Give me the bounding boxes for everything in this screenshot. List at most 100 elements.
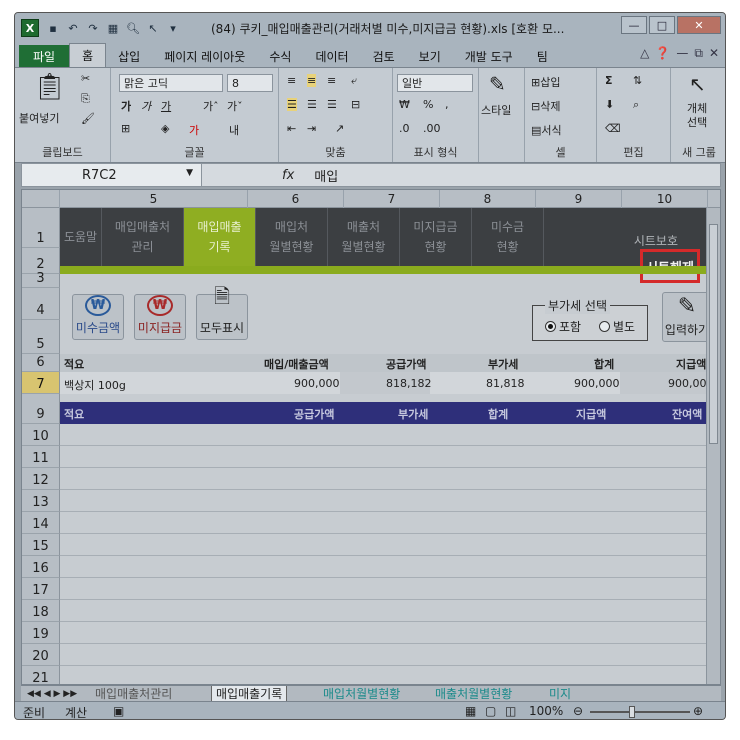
row-header[interactable]: 11 xyxy=(22,446,60,468)
number-format-select[interactable]: 일반 xyxy=(397,74,473,92)
nav-help[interactable]: 도움말 xyxy=(60,208,102,266)
align-right-icon[interactable]: ☰ xyxy=(327,98,337,111)
select-all-corner[interactable] xyxy=(22,190,60,208)
sort-filter-icon[interactable]: ⇅ xyxy=(633,74,642,87)
align-left-icon[interactable]: ☰ xyxy=(287,98,297,111)
phonetic-icon[interactable]: 내 xyxy=(229,122,239,138)
nav-payable-status[interactable]: 미지급금 현황 xyxy=(400,208,472,266)
normal-view-icon[interactable]: ▦ xyxy=(465,704,476,718)
table-row[interactable] xyxy=(60,578,708,600)
fx-icon[interactable]: fx xyxy=(282,168,294,183)
zoom-out-icon[interactable]: ⊖ xyxy=(573,704,583,718)
doc-minimize-icon[interactable]: — xyxy=(676,46,688,61)
font-color-icon[interactable]: 가 xyxy=(189,122,199,138)
table-row[interactable] xyxy=(60,600,708,622)
receivable-button[interactable]: ₩ 미수금액 xyxy=(72,294,124,340)
increase-indent-icon[interactable]: ⇥ xyxy=(307,122,316,135)
nav-purchase-monthly[interactable]: 매입처 월별현황 xyxy=(256,208,328,266)
doc-restore-icon[interactable]: ⧉ xyxy=(694,46,703,61)
zoom-in-icon[interactable]: ⊕ xyxy=(693,704,703,718)
autosum-icon[interactable]: Σ xyxy=(605,74,613,87)
name-box[interactable]: R7C2 ▼ xyxy=(22,164,202,186)
row-header[interactable]: 21 xyxy=(22,666,60,684)
row-header[interactable]: 15 xyxy=(22,534,60,556)
tab-page-layout[interactable]: 페이지 레이아웃 xyxy=(152,45,257,67)
sheet-tab[interactable]: 매출처월별현황 xyxy=(431,686,516,702)
nav-transaction-record[interactable]: 매입매출 기록 xyxy=(184,208,256,266)
row-header[interactable]: 10 xyxy=(22,424,60,446)
border-icon[interactable]: ⊞ xyxy=(121,122,130,135)
tab-developer[interactable]: 개발 도구 xyxy=(453,45,525,67)
row-header[interactable]: 19 xyxy=(22,622,60,644)
table-row[interactable] xyxy=(60,446,708,468)
table-row[interactable] xyxy=(60,490,708,512)
tab-data[interactable]: 데이터 xyxy=(303,45,360,67)
pointer-icon[interactable]: ↖ xyxy=(145,20,161,36)
wrap-text-icon[interactable]: ⤶ xyxy=(351,74,357,88)
insert-cells-button[interactable]: ⊞ 삽입 xyxy=(531,74,560,90)
row-header[interactable]: 17 xyxy=(22,578,60,600)
tab-formulas[interactable]: 수식 xyxy=(257,45,303,67)
clear-icon[interactable]: ⌫ xyxy=(605,122,621,135)
input-button[interactable]: ✎ 입력하기 xyxy=(662,292,712,342)
sheet-protect-button[interactable]: 시트보호 xyxy=(634,232,678,249)
row-header[interactable]: 6 xyxy=(22,354,60,372)
formula-input[interactable]: 매입 xyxy=(314,166,338,185)
scrollbar-thumb[interactable] xyxy=(709,224,718,444)
sheet-tab-active[interactable]: 매입매출기록 xyxy=(211,686,288,702)
table-row[interactable] xyxy=(60,468,708,490)
copy-icon[interactable]: ⎘ xyxy=(81,92,90,106)
underline-icon[interactable]: 가 xyxy=(161,98,171,114)
row-header[interactable]: 4 xyxy=(22,288,60,320)
zoom-slider-knob[interactable] xyxy=(629,706,635,718)
tab-view[interactable]: 보기 xyxy=(407,45,453,67)
page-layout-view-icon[interactable]: ▢ xyxy=(485,704,496,718)
increase-decimal-icon[interactable]: .0 xyxy=(399,122,410,135)
ribbon-minimize-icon[interactable]: △ xyxy=(640,46,649,61)
table-icon[interactable]: ▦ xyxy=(105,20,121,36)
font-name-select[interactable]: 맑은 고딕 xyxy=(119,74,223,92)
align-bottom-icon[interactable]: ≡ xyxy=(327,74,336,87)
row-header[interactable]: 20 xyxy=(22,644,60,666)
find-icon[interactable]: ⌕ xyxy=(633,98,639,112)
row-header[interactable]: 14 xyxy=(22,512,60,534)
align-middle-icon[interactable]: ≡ xyxy=(307,74,317,87)
nav-partner-management[interactable]: 매입매출처 관리 xyxy=(102,208,184,266)
cut-icon[interactable]: ✂ xyxy=(81,72,90,85)
column-header[interactable]: 10 xyxy=(622,190,708,208)
tab-file[interactable]: 파일 xyxy=(19,45,70,67)
style-button[interactable]: 스타일 xyxy=(481,102,511,118)
cell-supply[interactable]: 818,182 xyxy=(386,377,432,390)
sheet-tab[interactable]: 매입매출처관리 xyxy=(91,686,176,702)
cell-vat[interactable]: 81,818 xyxy=(486,377,525,390)
merge-icon[interactable]: ⊟ xyxy=(351,98,360,111)
minimize-icon[interactable]: — xyxy=(621,16,647,34)
shrink-font-icon[interactable]: 가ˇ xyxy=(227,98,243,114)
tab-insert[interactable]: 삽입 xyxy=(106,45,152,67)
cell-total[interactable]: 900,000 xyxy=(574,377,620,390)
format-painter-icon[interactable]: 🖌︎ xyxy=(81,112,95,125)
column-header[interactable]: 5 xyxy=(60,190,248,208)
row-header[interactable]: 5 xyxy=(22,320,60,354)
tab-team[interactable]: 팀 xyxy=(525,45,560,67)
align-center-icon[interactable]: ☰ xyxy=(307,98,317,111)
comma-icon[interactable]: , xyxy=(445,98,449,111)
row-header[interactable]: 16 xyxy=(22,556,60,578)
page-break-view-icon[interactable]: ◫ xyxy=(505,704,516,718)
cell-summary[interactable]: 백상지 100g xyxy=(64,377,126,393)
row-header[interactable]: 1 xyxy=(22,208,60,248)
cell-amount[interactable]: 900,000 xyxy=(294,377,340,390)
table-row[interactable] xyxy=(60,622,708,644)
column-header[interactable]: 9 xyxy=(536,190,622,208)
status-calc[interactable]: 계산 xyxy=(65,704,87,719)
table-row[interactable] xyxy=(60,666,708,684)
decrease-decimal-icon[interactable]: .00 xyxy=(423,122,441,135)
row-header[interactable]: 13 xyxy=(22,490,60,512)
payable-button[interactable]: ₩ 미지급금 xyxy=(134,294,186,340)
sheet-nav-arrows[interactable]: ◀◀ ◀ ▶ ▶▶ xyxy=(23,686,81,702)
redo-icon[interactable]: ↷ xyxy=(85,20,101,36)
vertical-scrollbar[interactable] xyxy=(706,208,720,684)
vat-include-radio[interactable]: 포함 xyxy=(545,318,581,335)
table-row[interactable] xyxy=(60,644,708,666)
customize-icon[interactable]: ▾ xyxy=(165,20,181,36)
